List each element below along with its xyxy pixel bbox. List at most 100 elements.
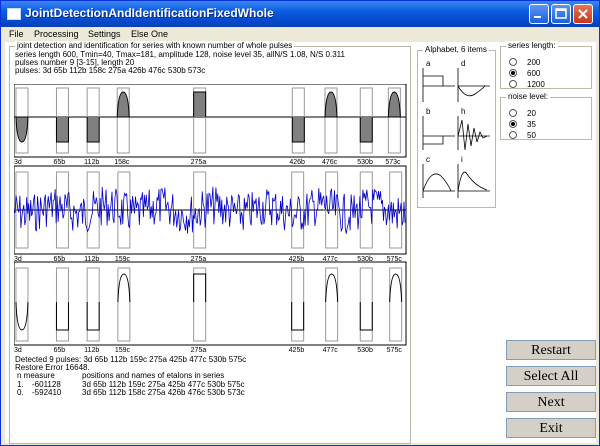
pulse-shape: [291, 117, 305, 143]
header-measure: n measure: [17, 371, 55, 380]
menu-file[interactable]: File: [9, 29, 24, 39]
title-bar[interactable]: JointDetectionAndIdentificationFixedWhol…: [1, 1, 599, 27]
pulse-shape: [117, 273, 131, 303]
pulse-label: 573c: [385, 159, 401, 166]
minimize-button[interactable]: [529, 4, 549, 24]
pulse-box: [325, 267, 339, 342]
pulse-label: 65b: [53, 347, 65, 354]
pulse-box: [193, 267, 207, 342]
pulse-shape: [291, 302, 305, 331]
menu-else-one[interactable]: Else One: [131, 29, 168, 39]
pulse-label: 3d: [14, 159, 22, 166]
pulse-label: 112b: [84, 159, 99, 166]
window-title: JointDetectionAndIdentificationFixedWhol…: [25, 6, 274, 20]
pulse-shape: [193, 273, 207, 302]
shape-b: [423, 136, 444, 145]
pulse-shape: [325, 273, 339, 303]
pulse-label: 65b: [53, 159, 65, 166]
top-plot: [14, 84, 407, 158]
pulse-shape: [86, 117, 100, 143]
pulse-shape: [55, 117, 69, 143]
maximize-button[interactable]: [551, 4, 571, 24]
pulse-shape: [86, 302, 100, 331]
letter-label: d: [461, 59, 465, 68]
pulse-shape: [359, 117, 373, 143]
result-row-measure: -592410: [32, 388, 62, 397]
restart-button[interactable]: Restart: [506, 340, 596, 360]
series-length-title: series length:: [506, 41, 558, 51]
pulse-shape: [387, 91, 401, 118]
series-length-option-200[interactable]: 200: [527, 58, 540, 67]
pulse-shape: [324, 91, 338, 118]
pulse-label: 275a: [191, 159, 207, 166]
pulse-shape: [55, 302, 69, 331]
pulse-label: 575c: [387, 347, 403, 354]
alphabet-shapes: a d b h c i: [422, 59, 490, 198]
middle-plot: [14, 165, 407, 255]
noise-level-radio-20[interactable]: [509, 109, 517, 117]
noise-level-option-20[interactable]: 20: [527, 109, 536, 118]
shape-a: [423, 75, 444, 86]
pulse-label: 425b: [289, 347, 305, 354]
noise-level-radio-35[interactable]: [509, 120, 517, 128]
pulse-shape: [359, 302, 373, 331]
pulse-label: 477c: [323, 347, 339, 354]
pulse-box: [389, 267, 403, 342]
letter-label: c: [426, 155, 430, 164]
pulse-label: 530b: [357, 347, 373, 354]
shape-h: [457, 119, 488, 151]
shape-c: [422, 173, 452, 192]
exit-button[interactable]: Exit: [506, 418, 596, 438]
alphabet-group: Alphabet, 6 items a d b h c i: [417, 45, 496, 208]
pulse-shape: [15, 116, 29, 143]
close-button[interactable]: [573, 4, 593, 24]
next-button[interactable]: Next: [506, 392, 596, 412]
result-row-n: 0.: [17, 388, 24, 397]
bottom-plot-frame: [14, 261, 407, 346]
alphabet-title: Alphabet, 6 items: [423, 45, 489, 55]
app-icon: [7, 8, 21, 20]
series-length-radio-200[interactable]: [509, 58, 517, 66]
shape-i: [457, 171, 488, 192]
series-length-group: series length: 200 600 1200: [500, 41, 592, 89]
pulse-label: 112b: [84, 347, 99, 354]
series-length-option-1200[interactable]: 1200: [527, 80, 545, 89]
bottom-plot: [14, 261, 407, 346]
close-icon: [578, 9, 588, 19]
pulse-label: 426b: [289, 159, 305, 166]
letter-label: i: [461, 155, 463, 164]
result-row-positions: 3d 65b 112b 158c 275a 426b 476c 530b 573…: [82, 388, 245, 397]
series-length-option-600[interactable]: 600: [527, 69, 540, 78]
menu-bar: File Processing Settings Else One: [1, 27, 599, 42]
menu-processing[interactable]: Processing: [34, 29, 79, 39]
series-length-radio-1200[interactable]: [509, 80, 517, 88]
series-length-radio-600[interactable]: [509, 69, 517, 77]
pulse-shape: [15, 301, 29, 331]
shape-d: [457, 85, 486, 97]
minimize-icon: [534, 16, 541, 18]
header-positions: positions and names of etalons in series: [82, 371, 225, 380]
noise-level-radio-50[interactable]: [509, 131, 517, 139]
menu-settings[interactable]: Settings: [88, 29, 121, 39]
select-all-button[interactable]: Select All: [506, 366, 596, 386]
pulse-label: 530b: [357, 159, 373, 166]
pulse-box: [117, 267, 131, 342]
noise-level-group: noise level: 20 35 50: [500, 92, 592, 140]
noise-level-option-50[interactable]: 50: [527, 131, 536, 140]
top-plot-frame: [14, 84, 407, 158]
letter-label: b: [426, 107, 431, 116]
pulse-label: 3d: [14, 347, 22, 354]
letter-label: a: [426, 59, 431, 68]
pulse-shape: [389, 273, 403, 303]
pulse-label: 275a: [191, 347, 207, 354]
noise-level-option-35[interactable]: 35: [527, 120, 536, 129]
letter-label: h: [461, 107, 465, 116]
app-window: JointDetectionAndIdentificationFixedWhol…: [0, 0, 600, 446]
maximize-icon: [555, 8, 567, 19]
pulse-label: 476c: [322, 159, 338, 166]
pulse-label: 159c: [115, 347, 131, 354]
noise-level-title: noise level:: [506, 92, 551, 102]
plots-area: 3d 65b 112b 158c 275a 426b 476c 530b 573c 3d 65b 1…: [14, 84, 407, 354]
pulse-shape: [116, 91, 130, 118]
client-area: joint detection and identification for s…: [5, 41, 596, 444]
